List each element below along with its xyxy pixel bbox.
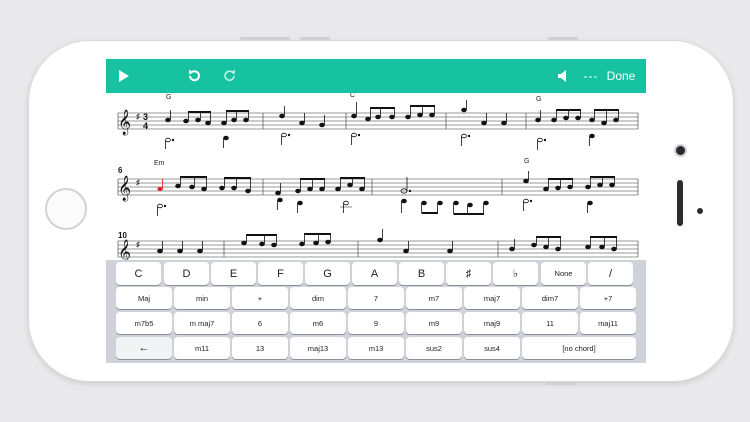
earpiece-speaker [677, 180, 683, 226]
phone-top-button [240, 37, 290, 40]
front-camera [676, 146, 685, 155]
key-m7b5[interactable]: m7b5 [116, 312, 172, 334]
treble-clef: 𝄞 [118, 175, 131, 201]
chord-keyboard: C D E F G A B ♯ ♭ None / Maj min + dim 7… [106, 260, 646, 363]
key-m6[interactable]: m6 [290, 312, 346, 334]
key-dim7[interactable]: dim7 [522, 287, 578, 309]
undo-button[interactable] [184, 59, 204, 93]
score-view[interactable]: 𝄞 ♯ 3 4 G C G 6 𝄞 ♯ Em G 10 𝄞 ♯ [106, 92, 646, 265]
measure-number: 10 [118, 231, 127, 240]
key-sharp[interactable]: ♯ [446, 262, 491, 285]
chord-label[interactable]: G [524, 158, 529, 165]
key-e[interactable]: E [211, 262, 256, 285]
key-maj7[interactable]: maj7 [464, 287, 520, 309]
key-9[interactable]: 9 [348, 312, 404, 334]
tempo-display[interactable]: --- [578, 59, 604, 93]
key-min[interactable]: min [174, 287, 230, 309]
treble-clef: 𝄞 [118, 109, 131, 135]
done-button[interactable]: Done [604, 59, 638, 93]
chord-label[interactable]: G [166, 94, 171, 101]
key-none[interactable]: None [541, 262, 586, 285]
key-d[interactable]: D [164, 262, 209, 285]
key-a[interactable]: A [352, 262, 397, 285]
chord-label[interactable]: G [536, 96, 541, 103]
phone-top-button [548, 37, 578, 40]
app-screen: --- Done 𝄞 ♯ 3 4 G C G 6 𝄞 ♯ Em G 10 𝄞 ♯… [106, 59, 646, 363]
key-m7[interactable]: m7 [406, 287, 462, 309]
treble-clef: 𝄞 [118, 239, 131, 261]
notes-system-2 [157, 171, 615, 216]
key-sus2[interactable]: sus2 [406, 337, 462, 359]
sheet-music: 𝄞 ♯ 3 4 G C G 6 𝄞 ♯ Em G 10 𝄞 ♯ [117, 92, 639, 265]
key-b[interactable]: B [399, 262, 444, 285]
key-6[interactable]: 6 [232, 312, 288, 334]
key-flat[interactable]: ♭ [493, 262, 538, 285]
key-11[interactable]: 11 [522, 312, 578, 334]
play-icon [119, 70, 129, 82]
key-sus4[interactable]: sus4 [464, 337, 520, 359]
proximity-sensor [697, 208, 703, 214]
key-maj[interactable]: Maj [116, 287, 172, 309]
key-c[interactable]: C [116, 262, 161, 285]
selected-note[interactable] [157, 179, 164, 191]
key-slash[interactable]: / [588, 262, 633, 285]
key-g[interactable]: G [305, 262, 350, 285]
key-m-maj7[interactable]: m maj7 [174, 312, 230, 334]
key-maj13[interactable]: maj13 [290, 337, 346, 359]
speaker-icon [558, 70, 566, 82]
home-button[interactable] [45, 188, 87, 230]
play-button[interactable] [114, 59, 134, 93]
key-signature: ♯ [136, 112, 140, 121]
key-aug7[interactable]: +7 [580, 287, 636, 309]
key-m13[interactable]: m13 [348, 337, 404, 359]
key-dim[interactable]: dim [290, 287, 346, 309]
volume-button[interactable] [554, 59, 572, 93]
chord-label[interactable]: Em [154, 160, 165, 167]
key-aug[interactable]: + [232, 287, 288, 309]
phone-top-button [300, 37, 330, 40]
key-no-chord[interactable]: [no chord] [522, 337, 636, 359]
measure-number: 6 [118, 166, 123, 175]
redo-icon [224, 69, 235, 82]
key-7[interactable]: 7 [348, 287, 404, 309]
key-13[interactable]: 13 [232, 337, 288, 359]
key-signature: ♯ [136, 240, 140, 249]
chord-label[interactable]: C [350, 92, 355, 99]
redo-button[interactable] [220, 59, 240, 93]
backspace-key[interactable]: ← [116, 337, 172, 359]
time-signature-bottom: 4 [143, 121, 148, 131]
key-maj9[interactable]: maj9 [464, 312, 520, 334]
top-toolbar: --- Done [106, 59, 646, 93]
key-f[interactable]: F [258, 262, 303, 285]
key-m9[interactable]: m9 [406, 312, 462, 334]
key-m11[interactable]: m11 [174, 337, 230, 359]
undo-icon [189, 69, 200, 82]
key-maj11[interactable]: maj11 [580, 312, 636, 334]
phone-bottom-button [546, 382, 576, 385]
key-signature: ♯ [136, 178, 140, 187]
